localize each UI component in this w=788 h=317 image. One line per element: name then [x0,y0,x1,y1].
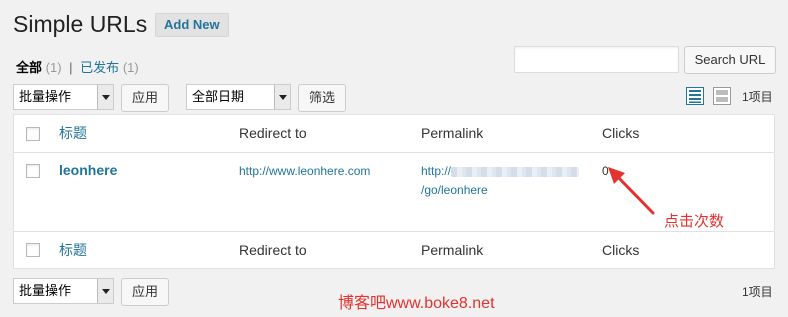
chevron-down-icon [97,279,113,303]
bulk-action-value: 批量操作 [19,89,72,104]
filter-all-count: (1) [45,60,62,75]
filter-published[interactable]: 已发布 [80,60,119,75]
column-permalink: Permalink [421,125,484,141]
excerpt-view-icon[interactable] [713,87,731,105]
divider [14,152,774,153]
select-all-checkbox-footer[interactable] [26,243,40,257]
bulk-action-select-bottom[interactable]: 批量操作 [13,278,114,304]
search-button[interactable]: Search URL [684,46,776,74]
row-permalink-link[interactable]: http:// [421,162,580,180]
divider [14,231,774,232]
list-view-icon[interactable] [686,87,704,105]
filter-button[interactable]: 筛选 [298,84,346,112]
items-count-bottom: 1项目 [742,285,773,299]
apply-button[interactable]: 应用 [121,84,169,112]
row-redirect-link[interactable]: http://www.leonhere.com [239,162,370,180]
items-count: 1项目 [742,90,773,104]
column-clicks: Clicks [602,125,640,141]
apply-button-bottom[interactable]: 应用 [121,278,169,306]
blurred-domain [451,166,580,177]
urls-table: 标题 Redirect to Permalink Clicks leonhere… [13,114,775,269]
bulk-action-select[interactable]: 批量操作 [13,84,114,110]
column-permalink-footer: Permalink [421,242,484,258]
date-filter-value: 全部日期 [192,89,245,104]
annotation-label: 点击次数 [664,213,725,230]
chevron-down-icon [274,85,290,109]
row-permalink-path[interactable]: /go/leonhere [421,181,488,199]
column-title[interactable]: 标题 [59,124,87,142]
annotation-arrow-icon [608,167,655,215]
date-filter-select[interactable]: 全部日期 [186,84,291,110]
bulk-action-value-bottom: 批量操作 [19,283,72,298]
status-filters: 全部 (1) | 已发布 (1) [16,59,139,77]
column-redirect: Redirect to [239,125,307,141]
column-clicks-footer: Clicks [602,242,640,258]
row-checkbox[interactable] [26,164,40,178]
chevron-down-icon [97,85,113,109]
filter-all[interactable]: 全部 [16,60,42,75]
watermark-text: 博客吧www.boke8.net [338,295,495,312]
permalink-prefix: http:// [421,164,452,178]
filter-published-count: (1) [122,60,139,75]
page-title: Simple URLs [13,11,148,37]
add-new-button[interactable]: Add New [155,13,229,37]
column-redirect-footer: Redirect to [239,242,307,258]
select-all-checkbox[interactable] [26,127,40,141]
search-input[interactable] [514,46,679,73]
row-title-link[interactable]: leonhere [59,161,117,179]
column-title-footer[interactable]: 标题 [59,241,87,259]
filter-separator: | [69,60,73,75]
